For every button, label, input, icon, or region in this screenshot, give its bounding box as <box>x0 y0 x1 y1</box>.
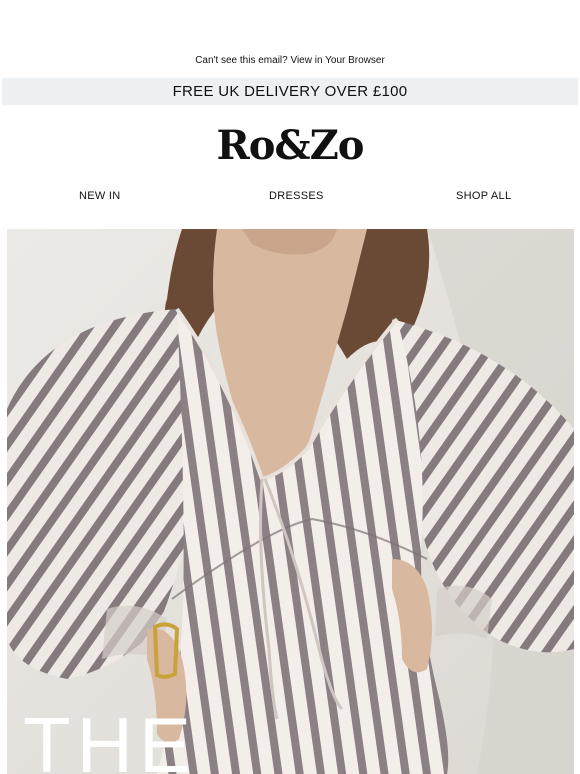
hero-photo-illustration <box>7 229 574 774</box>
view-in-browser-link[interactable]: Can't see this email? View in Your Brows… <box>0 55 580 66</box>
nav-link-shop-all[interactable]: SHOP ALL <box>456 190 511 202</box>
hero-headline: THE <box>23 701 197 774</box>
brand-logo[interactable]: Ro&Zo <box>0 120 580 172</box>
hero-image[interactable]: THE <box>7 229 574 774</box>
nav-link-dresses[interactable]: DRESSES <box>269 190 324 202</box>
main-navigation: NEW IN DRESSES SHOP ALL <box>0 190 580 208</box>
nav-link-new-in[interactable]: NEW IN <box>79 190 121 202</box>
free-delivery-text: FREE UK DELIVERY OVER £100 <box>172 83 408 100</box>
free-delivery-banner: FREE UK DELIVERY OVER £100 <box>2 78 578 105</box>
